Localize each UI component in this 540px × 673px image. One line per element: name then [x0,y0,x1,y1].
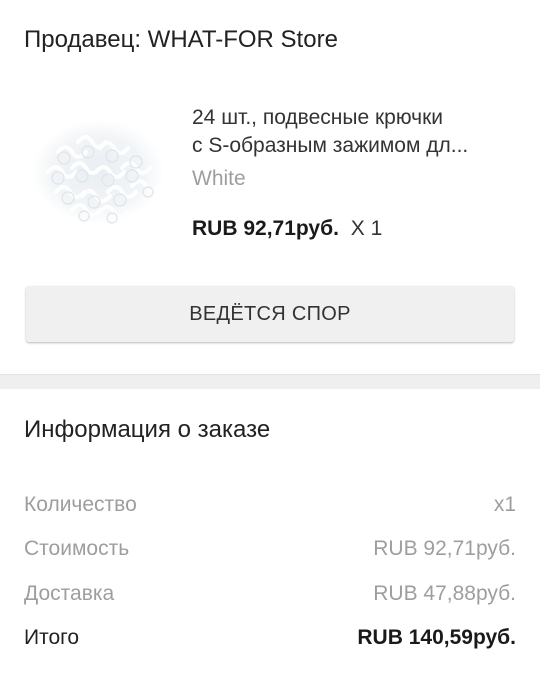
order-row-total: Итого RUB 140,59руб. [24,623,516,653]
order-info-heading: Информация о заказе [24,416,271,443]
order-row-label: Стоимость [24,537,130,560]
product-image[interactable] [28,112,168,232]
seller-section: Продавец: WHAT-FOR Store 24 шт., подвесн… [0,0,540,374]
product-price-row: RUB 92,71руб. X 1 [192,217,382,241]
seller-title[interactable]: Продавец: WHAT-FOR Store [24,26,338,54]
product-price: RUB 92,71руб. [192,217,339,240]
section-divider [0,374,540,389]
order-total-value: RUB 140,59руб. [357,626,516,649]
order-row-value: RUB 92,71руб. [373,537,516,560]
s-hooks-image-graphic [32,120,164,224]
order-info-section: Информация о заказе Количество x1 Стоимо… [0,389,540,673]
order-row-value: x1 [493,493,516,516]
order-total-label: Итого [24,626,80,649]
order-row-shipping: Доставка RUB 47,88руб. [24,579,516,609]
order-row-quantity: Количество x1 [24,490,516,520]
order-row-value: RUB 47,88руб. [373,582,516,605]
order-row-label: Доставка [24,582,115,605]
order-row-label: Количество [24,493,137,516]
dispute-status-button[interactable]: ВЕДЁТСЯ СПОР [26,286,514,342]
order-row-cost: Стоимость RUB 92,71руб. [24,534,516,564]
product-title[interactable]: 24 шт., подвесные крючки с S-образным за… [192,104,516,160]
product-title-line-2: с S-образным зажимом дл... [192,134,469,157]
product-title-line-1: 24 шт., подвесные крючки [192,106,443,129]
product-variant: White [192,167,246,190]
product-quantity: X 1 [350,217,383,240]
